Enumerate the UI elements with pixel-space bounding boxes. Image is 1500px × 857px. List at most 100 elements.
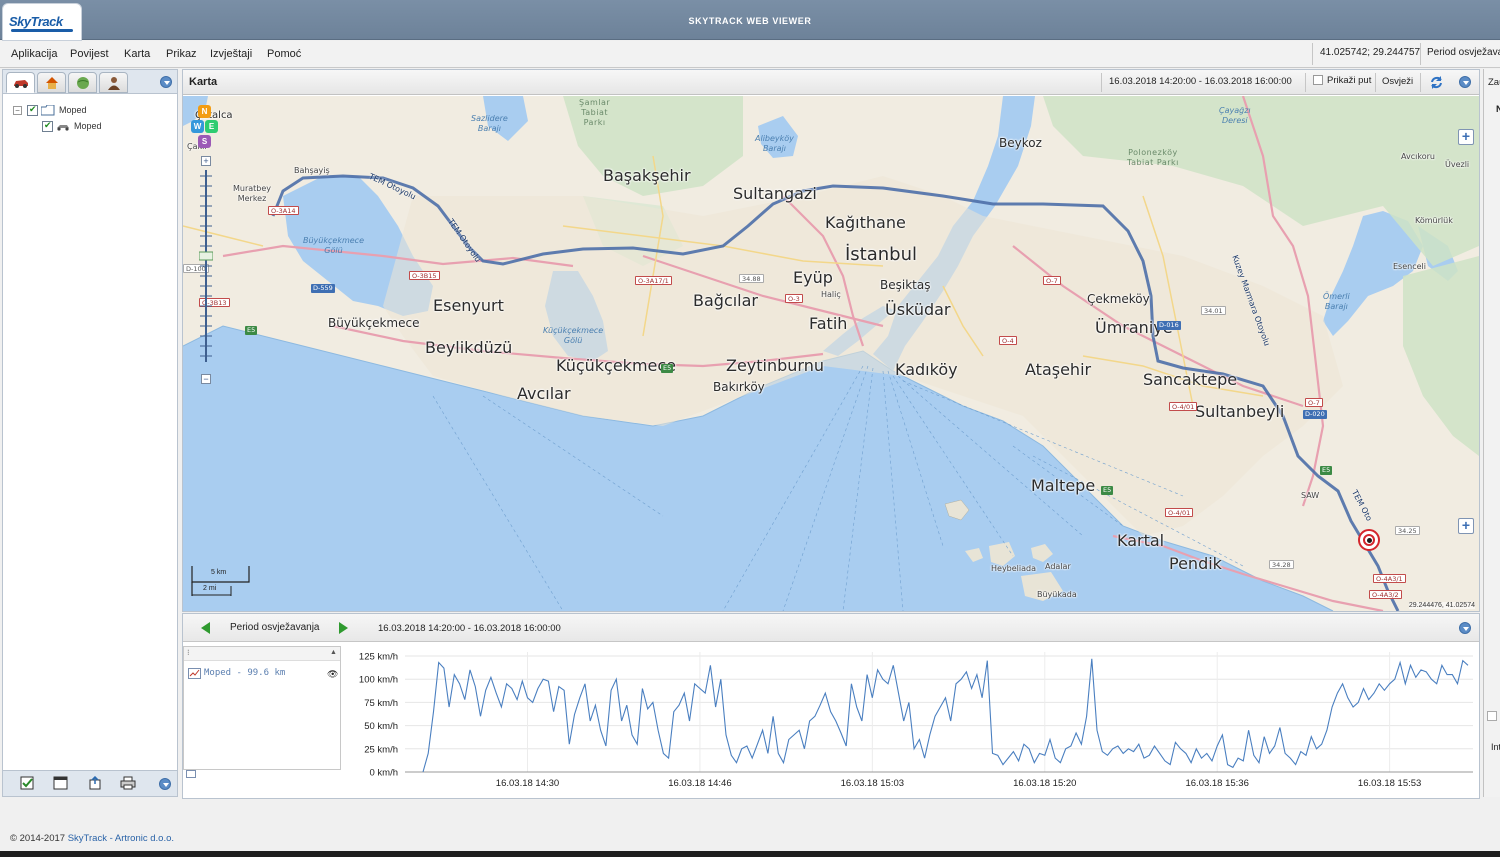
- menubar: Aplikacija Povijest Karta Prikaz Izvješt…: [0, 41, 1500, 68]
- house-icon: [46, 77, 58, 89]
- road-shield: E5: [245, 326, 258, 335]
- folder-icon: [41, 105, 55, 116]
- road-shield: E5: [661, 364, 674, 373]
- road-shield: O-4/01: [1165, 508, 1194, 517]
- cursor-coordinates: 41.025742; 29.244757: [1320, 47, 1421, 58]
- zoom-in-button[interactable]: +: [201, 156, 211, 166]
- label-kucukcekmece-golu: Küçükçekmece Gölü: [543, 326, 604, 345]
- label-bagcilar: Bağcılar: [693, 291, 759, 310]
- scale-mi: 2 mi: [203, 585, 217, 592]
- label-basaksehir: Başakşehir: [603, 166, 691, 185]
- map-tiles: [183, 96, 1479, 611]
- legend-scroll-up-icon[interactable]: ▲: [330, 649, 337, 656]
- road-shield: O-4A3/2: [1369, 590, 1402, 599]
- chart-period: 16.03.2018 14:20:00 - 16.03.2018 16:00:0…: [378, 623, 561, 634]
- label-fatih: Fatih: [809, 314, 848, 333]
- right-panel-label: Int: [1491, 742, 1500, 752]
- map-canvas[interactable]: Çatalca Çakıl Bahşayiş Muratbey Merkez Ş…: [183, 96, 1479, 611]
- tab-drivers[interactable]: [99, 72, 128, 93]
- tree-vehicle-row[interactable]: Moped: [11, 120, 171, 135]
- left-panel-tabs: [3, 70, 177, 94]
- label-kartal: Kartal: [1117, 531, 1165, 550]
- moped-icon: [57, 125, 69, 131]
- compass-south-icon[interactable]: S: [198, 135, 211, 148]
- label-sancaktepe: Sancaktepe: [1143, 370, 1238, 389]
- vehicle-checkbox[interactable]: [42, 120, 53, 132]
- right-panel-title: Zau: [1488, 77, 1500, 88]
- show-route-checkbox[interactable]: Prikaži put: [1313, 75, 1371, 86]
- chart-menu-icon[interactable]: [1459, 622, 1471, 634]
- globe-icon: [77, 77, 89, 89]
- tab-places[interactable]: [37, 72, 66, 93]
- open-window-icon[interactable]: [53, 776, 69, 790]
- map-title: Karta: [189, 76, 218, 88]
- zoom-slider[interactable]: + −: [197, 154, 215, 384]
- y-tick-label: 125 km/h: [359, 652, 398, 663]
- zoom-track[interactable]: [199, 170, 213, 362]
- road-shield: O-4A3/1: [1373, 574, 1406, 583]
- compass-north-icon[interactable]: N: [198, 105, 211, 118]
- refresh-button[interactable]: Osvježi: [1382, 76, 1413, 87]
- label-esenyurt: Esenyurt: [433, 296, 504, 315]
- road-shield: O-7: [1305, 398, 1323, 407]
- tree-group-row[interactable]: − Moped: [11, 104, 171, 119]
- vehicle-position-marker[interactable]: [1358, 529, 1380, 551]
- visibility-eye-icon[interactable]: 👁: [327, 669, 338, 680]
- previous-period-icon[interactable]: [201, 622, 210, 634]
- y-tick-label: 0 km/h: [369, 768, 398, 779]
- label-kadikoy: Kadıköy: [895, 360, 958, 379]
- tab-areas[interactable]: [68, 72, 97, 93]
- label-sultangazi: Sultangazi: [733, 184, 817, 203]
- y-tick-label: 100 km/h: [359, 675, 398, 686]
- road-shield: E5: [1101, 486, 1114, 495]
- label-kucukcekmece: Küçükçekmece: [556, 356, 677, 375]
- group-checkbox[interactable]: [27, 104, 38, 116]
- compass-west-icon[interactable]: W: [191, 120, 204, 133]
- right-side-panel: Zau N Int: [1483, 69, 1500, 797]
- compass-east-icon[interactable]: E: [205, 120, 218, 133]
- collapse-left-panel-icon[interactable]: [160, 76, 172, 88]
- company-link[interactable]: SkyTrack - Artronic d.o.o.: [68, 833, 174, 844]
- label-zeytinburnu: Zeytinburnu: [726, 356, 825, 375]
- right-panel-checkbox[interactable]: [1487, 711, 1497, 721]
- tree-vehicle-label: Moped: [74, 121, 102, 131]
- chart-period-label: Period osvježavanja: [230, 622, 320, 633]
- menu-pomoc[interactable]: Pomoć: [267, 48, 301, 60]
- map-menu-icon[interactable]: [1459, 76, 1471, 88]
- print-icon[interactable]: [120, 776, 136, 790]
- show-route-label: Prikaži put: [1327, 75, 1372, 86]
- menu-aplikacija[interactable]: Aplikacija: [11, 48, 57, 60]
- tab-vehicles[interactable]: [6, 72, 35, 93]
- next-period-icon[interactable]: [339, 622, 348, 634]
- label-buyukcekmece-golu: Büyükçekmece Gölü: [303, 236, 364, 255]
- chart-legend: ⁝ ▲ Moped - 99.6 km 👁: [183, 646, 341, 770]
- menu-karta[interactable]: Karta: [124, 48, 150, 60]
- label-uvezli: Üvezli: [1445, 160, 1470, 169]
- legend-series-moped[interactable]: Moped - 99.6 km: [204, 668, 285, 678]
- export-icon[interactable]: [87, 776, 103, 790]
- reload-icon[interactable]: [1429, 75, 1444, 90]
- label-samlar: Şamlar Tabiat Parkı: [579, 98, 611, 127]
- y-tick-label: 25 km/h: [364, 744, 398, 755]
- menu-izvjestaji[interactable]: Izvještaji: [210, 48, 252, 60]
- label-esenceli: Esenceli: [1393, 262, 1426, 271]
- menu-povijest[interactable]: Povijest: [70, 48, 109, 60]
- road-shield: O-3: [785, 294, 803, 303]
- label-bahsayis: Bahşayiş: [294, 166, 330, 175]
- expand-panel-button[interactable]: +: [1458, 518, 1474, 534]
- left-toolbar-menu-icon[interactable]: [159, 778, 171, 790]
- chart-toolbar: Period osvježavanja 16.03.2018 14:20:00 …: [183, 614, 1479, 642]
- expand-panel-button[interactable]: +: [1458, 129, 1474, 145]
- map-coordinates-readout: 29.244476, 41.02574: [1408, 602, 1475, 609]
- check-all-icon[interactable]: [20, 776, 36, 790]
- refresh-period-label[interactable]: Period osvježava: [1427, 47, 1500, 58]
- road-shield: O-3A17/1: [635, 276, 672, 285]
- menu-prikaz[interactable]: Prikaz: [166, 48, 197, 60]
- label-atasehir: Ataşehir: [1025, 360, 1092, 379]
- right-panel-text: N: [1496, 104, 1500, 115]
- zoom-out-button[interactable]: −: [201, 374, 211, 384]
- label-maltepe: Maltepe: [1031, 476, 1096, 495]
- map-header: Karta 16.03.2018 14:20:00 - 16.03.2018 1…: [183, 70, 1479, 95]
- legend-footer-icon[interactable]: [186, 770, 196, 778]
- page-footer: © 2014-2017 SkyTrack - Artronic d.o.o.: [0, 800, 1500, 857]
